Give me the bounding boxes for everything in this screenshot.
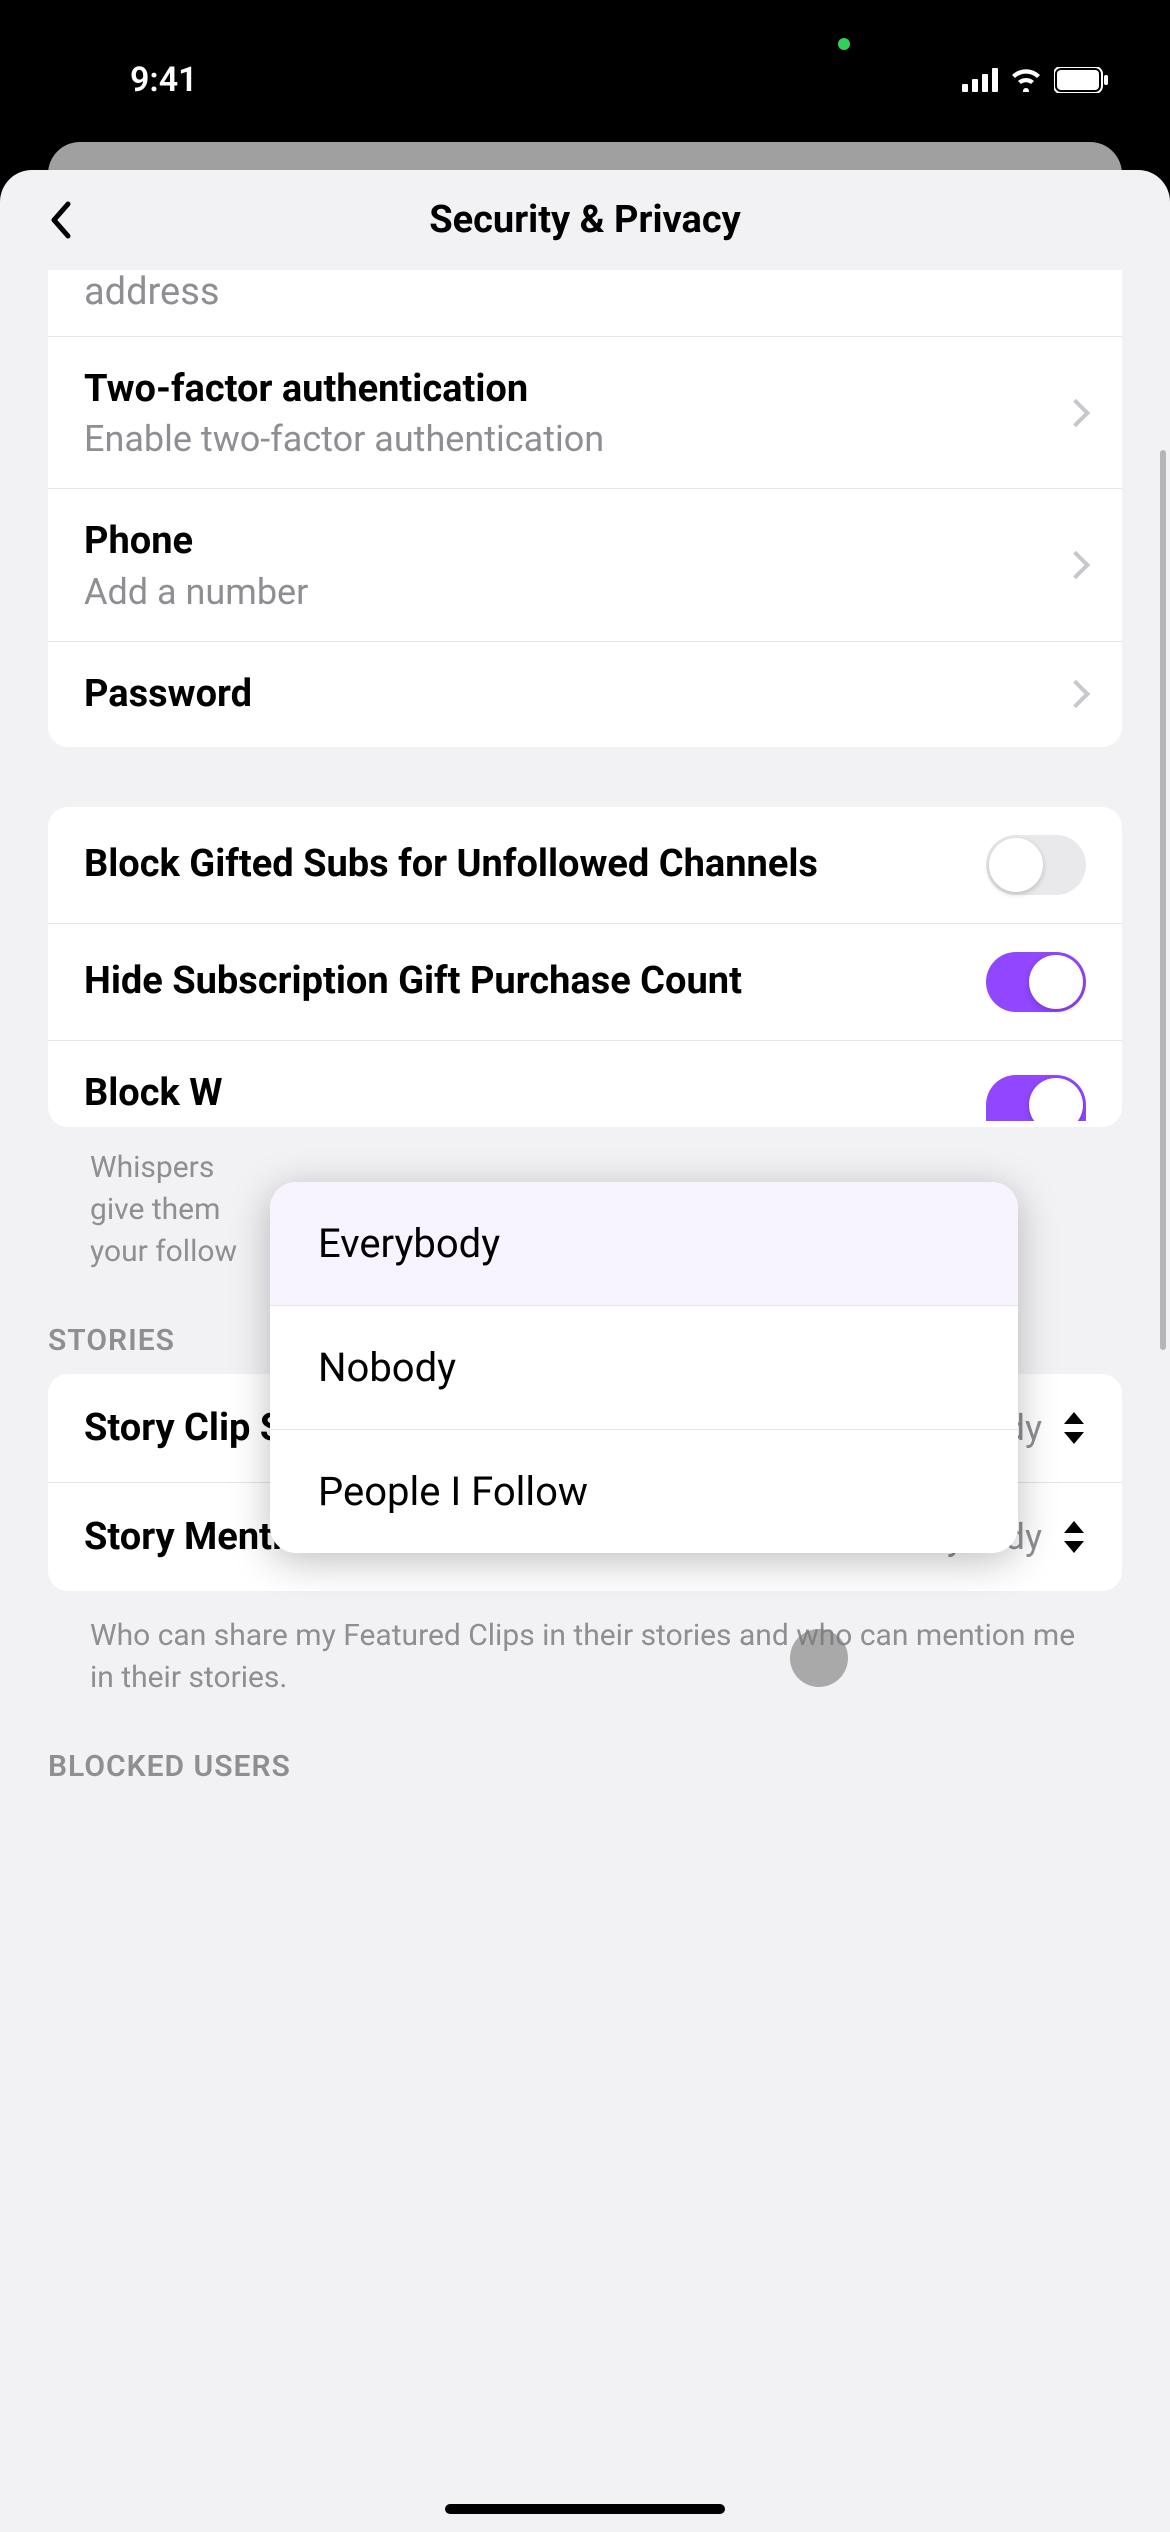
select-arrows-icon <box>1062 1519 1086 1555</box>
phone-title: Phone <box>84 517 1066 566</box>
stories-help-text: Who can share my Featured Clips in their… <box>0 1591 1170 1699</box>
block-whispers-title: Block W <box>84 1069 986 1126</box>
status-bar: 9:41 <box>0 0 1170 140</box>
page-title: Security & Privacy <box>429 198 741 242</box>
popover-option-everybody[interactable]: Everybody <box>270 1182 1018 1306</box>
chevron-right-icon <box>1062 551 1090 579</box>
status-time: 9:41 <box>130 60 198 100</box>
account-card: address Two-factor authentication Enable… <box>48 270 1122 747</box>
nav-header: Security & Privacy <box>0 170 1170 270</box>
touch-indicator-icon <box>790 1629 848 1687</box>
two-factor-sub: Enable two-factor authentication <box>84 418 1066 460</box>
back-button[interactable] <box>30 190 90 250</box>
chevron-right-icon <box>1062 399 1090 427</box>
home-indicator[interactable] <box>445 2504 725 2514</box>
chevron-left-icon <box>48 200 72 240</box>
phone-row[interactable]: Phone Add a number <box>48 489 1122 641</box>
battery-icon <box>1054 67 1110 93</box>
chevron-right-icon <box>1062 680 1090 708</box>
scrollbar[interactable] <box>1160 450 1166 1350</box>
block-whispers-row: Block W <box>48 1041 1122 1126</box>
cellular-icon <box>962 68 998 92</box>
hide-gift-count-title: Hide Subscription Gift Purchase Count <box>84 957 986 1006</box>
address-row-partial[interactable]: address <box>48 270 1122 336</box>
camera-indicator-icon <box>838 38 850 50</box>
block-whispers-toggle[interactable] <box>986 1075 1086 1121</box>
status-icons <box>962 67 1110 93</box>
popover-option-nobody[interactable]: Nobody <box>270 1306 1018 1430</box>
password-title: Password <box>84 670 1066 719</box>
select-popover: Everybody Nobody People I Follow <box>270 1182 1018 1553</box>
block-gifted-subs-title: Block Gifted Subs for Unfollowed Channel… <box>84 840 986 889</box>
two-factor-title: Two-factor authentication <box>84 365 1066 414</box>
toggles-card: Block Gifted Subs for Unfollowed Channel… <box>48 807 1122 1126</box>
password-row[interactable]: Password <box>48 642 1122 747</box>
block-gifted-subs-toggle[interactable] <box>986 835 1086 895</box>
hide-gift-count-row: Hide Subscription Gift Purchase Count <box>48 924 1122 1041</box>
blocked-users-section-header: BLOCKED USERS <box>0 1699 1170 1800</box>
popover-option-people-i-follow[interactable]: People I Follow <box>270 1430 1018 1553</box>
hide-gift-count-toggle[interactable] <box>986 952 1086 1012</box>
select-arrows-icon <box>1062 1410 1086 1446</box>
block-gifted-subs-row: Block Gifted Subs for Unfollowed Channel… <box>48 807 1122 924</box>
two-factor-row[interactable]: Two-factor authentication Enable two-fac… <box>48 336 1122 489</box>
phone-sub: Add a number <box>84 571 1066 613</box>
wifi-icon <box>1010 68 1042 92</box>
